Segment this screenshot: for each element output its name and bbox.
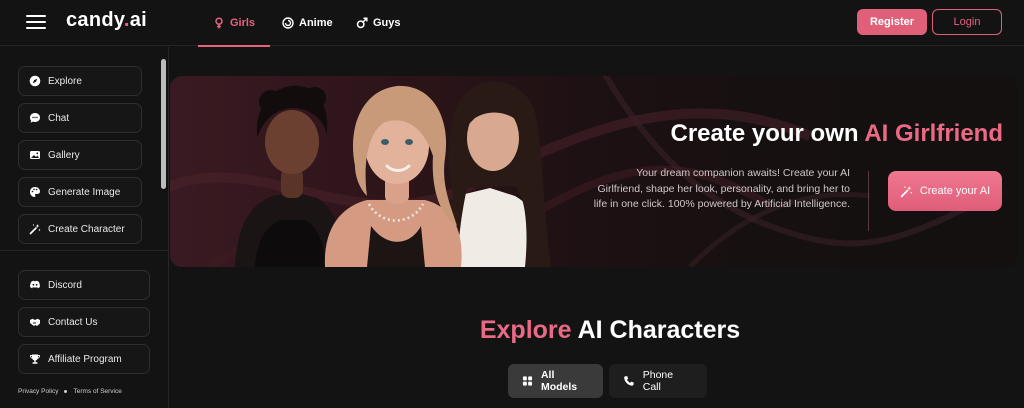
tab-guys[interactable]: Guys <box>356 0 401 46</box>
sidebar-item-label: Explore <box>48 75 82 87</box>
tab-guys-label: Guys <box>373 17 401 29</box>
hero-ai-girlfriends-image <box>235 81 551 267</box>
discord-icon <box>30 280 40 289</box>
sidebar-item-label: Chat <box>48 112 70 124</box>
filter-phone-call-label: Phone Call <box>642 369 674 393</box>
footer-separator <box>64 390 68 393</box>
terms-of-service-link[interactable]: Terms of Service <box>73 388 121 395</box>
sidebar-item-contact-us[interactable]: Contact Us <box>18 307 150 337</box>
privacy-policy-link[interactable]: Privacy Policy <box>18 388 58 395</box>
sidebar-footer-links: Privacy Policy Terms of Service <box>18 388 122 395</box>
tab-girls[interactable]: Girls <box>198 0 270 47</box>
female-symbol-icon <box>215 17 223 29</box>
register-button[interactable]: Register <box>857 9 927 35</box>
create-your-ai-label: Create your AI <box>919 185 991 197</box>
explore-section-title: Explore AI Characters <box>400 316 820 345</box>
logo-text-main: candy <box>66 9 124 31</box>
tab-girls-label: Girls <box>229 17 256 29</box>
sidebar: Explore Chat Gallery Generate Image Crea… <box>0 47 169 408</box>
sidebar-item-label: Contact Us <box>48 316 98 328</box>
hero-title-accent: AI Girlfriend <box>864 120 1003 147</box>
filter-all-models-label: All Models <box>540 369 578 393</box>
tab-anime-label: Anime <box>299 17 333 29</box>
filter-phone-call[interactable]: Phone Call <box>609 364 707 398</box>
hero-title: Create your own AI Girlfriend <box>638 120 1003 148</box>
sidebar-item-chat[interactable]: Chat <box>18 103 142 133</box>
hamburger-menu-icon[interactable] <box>26 13 48 31</box>
handshake-icon <box>30 318 40 326</box>
magic-wand-icon <box>900 185 912 197</box>
chat-bubble-icon <box>30 113 40 123</box>
male-symbol-icon <box>356 17 368 29</box>
sidebar-item-gallery[interactable]: Gallery <box>18 140 142 170</box>
sidebar-item-label: Discord <box>48 279 82 291</box>
tab-anime[interactable]: Anime <box>282 0 333 46</box>
anime-swirl-icon <box>282 17 294 29</box>
login-button[interactable]: Login <box>932 9 1002 35</box>
compass-icon <box>29 75 41 87</box>
sidebar-item-label: Generate Image <box>48 186 121 198</box>
palette-icon <box>30 187 40 197</box>
sidebar-item-label: Gallery <box>48 149 80 161</box>
hero-banner: Create your own AI Girlfriend Your dream… <box>170 76 1018 267</box>
magic-wand-icon <box>29 224 41 235</box>
trophy-icon <box>30 354 40 364</box>
active-tab-indicator <box>198 45 270 47</box>
sidebar-item-label: Create Character <box>48 223 125 235</box>
create-your-ai-button[interactable]: Create your AI <box>888 171 1002 211</box>
hero-title-prefix: Create your own <box>670 120 865 147</box>
phone-icon <box>624 376 634 386</box>
hero-divider <box>868 171 869 231</box>
top-navigation-bar: candy.ai Girls Anime Guys Register Login <box>0 0 1024 47</box>
hero-description: Your dream companion awaits! Create your… <box>593 167 850 210</box>
image-icon <box>30 151 40 159</box>
explore-title-rest: AI Characters <box>571 316 741 344</box>
explore-title-accent: Explore <box>479 316 572 344</box>
sidebar-item-affiliate-program[interactable]: Affiliate Program <box>18 344 150 374</box>
sidebar-item-label: Affiliate Program <box>48 353 122 365</box>
sidebar-divider <box>0 250 168 251</box>
sidebar-scrollbar-thumb[interactable] <box>161 59 166 189</box>
sidebar-item-explore[interactable]: Explore <box>18 66 142 96</box>
sidebar-item-discord[interactable]: Discord <box>18 270 150 300</box>
filter-all-models[interactable]: All Models <box>508 364 603 398</box>
logo-text-suffix: ai <box>129 9 147 31</box>
grid-icon <box>522 376 533 386</box>
sidebar-item-generate-image[interactable]: Generate Image <box>18 177 142 207</box>
site-logo[interactable]: candy.ai <box>66 9 147 32</box>
sidebar-item-create-character[interactable]: Create Character <box>18 214 142 244</box>
